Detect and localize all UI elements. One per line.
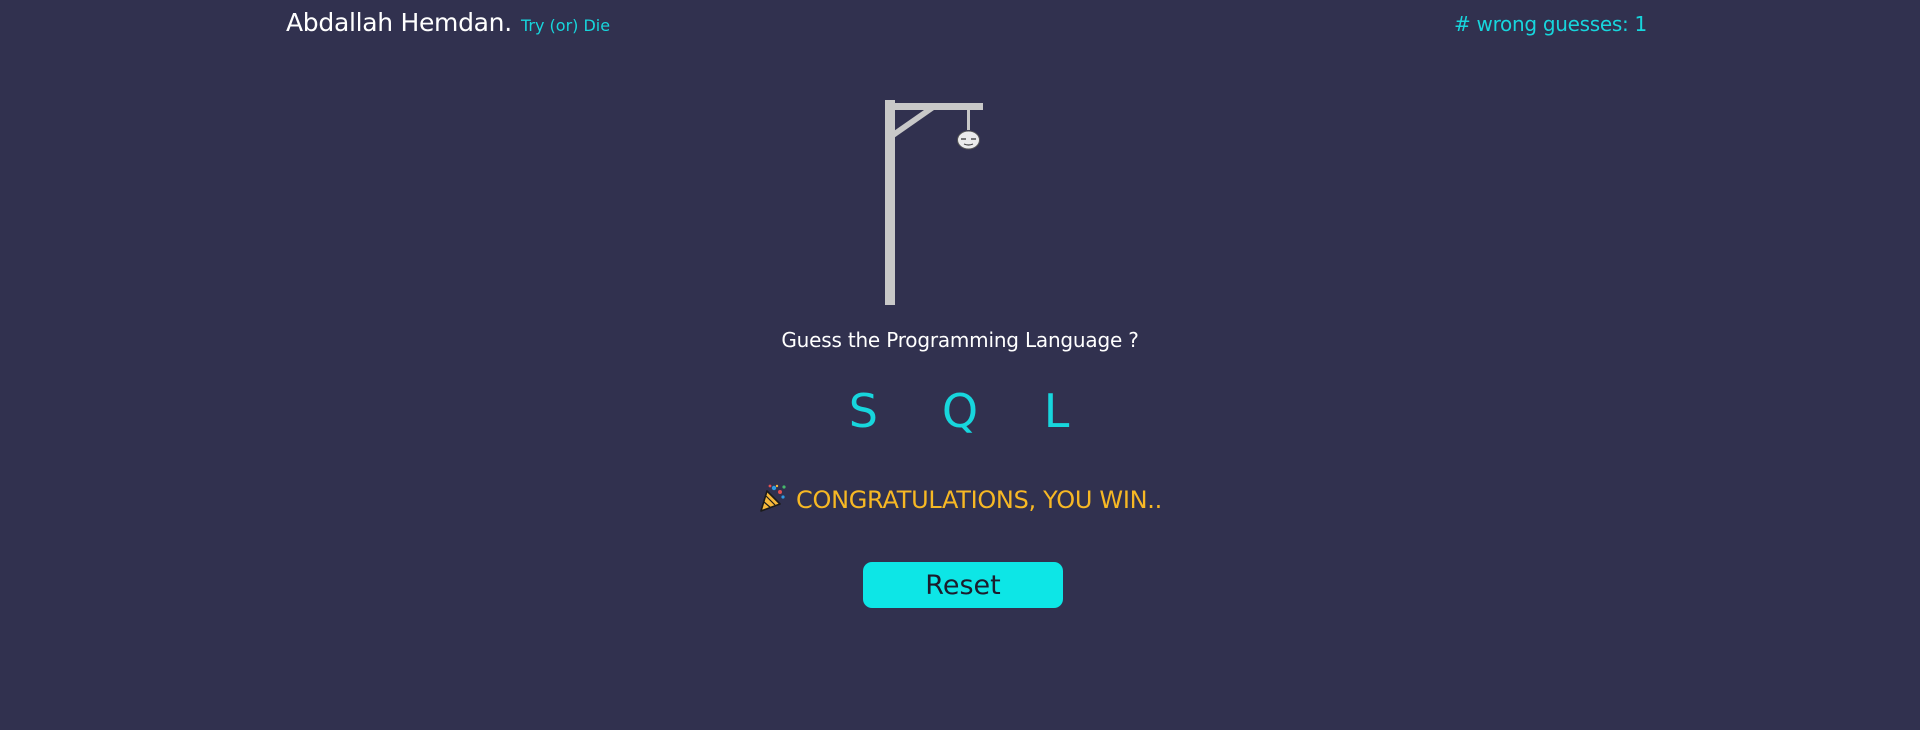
word-letter: S bbox=[848, 384, 878, 438]
brand-tagline: Try (or) Die bbox=[520, 16, 611, 35]
result-message: CONGRATULATIONS, YOU WIN.. bbox=[0, 483, 1920, 514]
word-letter: Q bbox=[941, 384, 979, 438]
reset-button[interactable]: Reset bbox=[863, 562, 1063, 608]
brand: Abdallah Hemdan. Try (or) Die bbox=[286, 8, 610, 37]
header: Abdallah Hemdan. Try (or) Die # wrong gu… bbox=[0, 0, 1920, 50]
gallows-rope bbox=[967, 110, 970, 130]
wrong-guesses-counter: # wrong guesses: 1 bbox=[1454, 12, 1647, 36]
party-popper-icon bbox=[760, 484, 786, 512]
hangman-head-icon bbox=[957, 130, 980, 150]
gallows-post bbox=[885, 100, 895, 305]
word-letter: L bbox=[1043, 384, 1070, 438]
brand-name: Abdallah Hemdan. bbox=[286, 8, 512, 37]
question-prompt: Guess the Programming Language ? bbox=[781, 328, 1139, 352]
gallows-brace bbox=[891, 110, 934, 140]
gallows-icon bbox=[885, 100, 983, 305]
gallows-beam bbox=[885, 103, 983, 110]
result-text: CONGRATULATIONS, YOU WIN.. bbox=[796, 486, 1162, 514]
word-display: S Q L bbox=[0, 384, 1920, 438]
